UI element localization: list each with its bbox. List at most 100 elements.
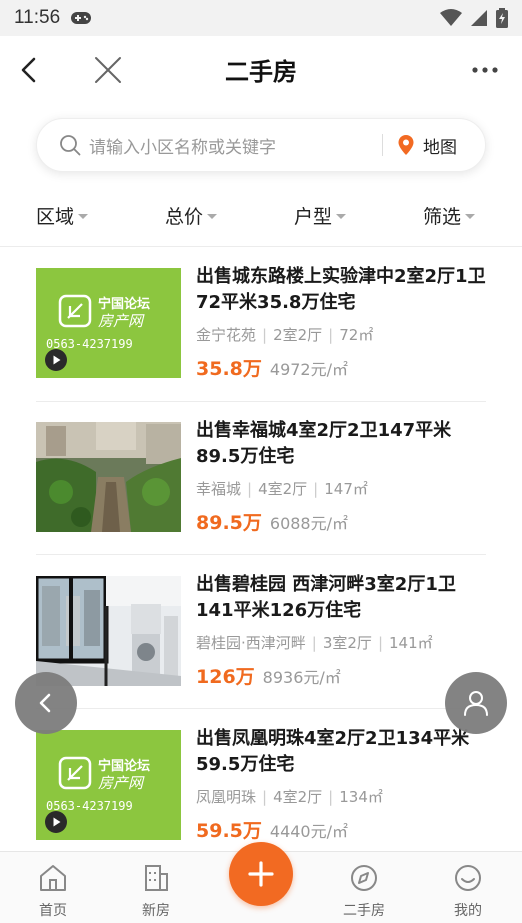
- listing-price-row: 59.5万 4440元/㎡: [196, 816, 348, 843]
- garden-photo: [36, 422, 181, 532]
- status-time: 11:56: [14, 7, 61, 28]
- tab-new-homes-label: 新房: [142, 903, 170, 919]
- user-icon: [464, 691, 488, 716]
- listing-community: 幸福城: [196, 480, 242, 498]
- listing-area: 141㎡: [389, 634, 433, 652]
- listing-unit-price: 4972元/㎡: [269, 360, 349, 379]
- listing-unit-price: 4440元/㎡: [269, 822, 349, 841]
- tab-home[interactable]: 首页: [23, 862, 83, 920]
- compass-icon: [351, 865, 377, 891]
- listing-thumbnail: 宁国论坛 房产网 0563-4237199: [36, 730, 181, 840]
- thumb-brand: 宁国论坛: [98, 758, 150, 774]
- gamepad-icon: [71, 12, 92, 24]
- listing-item[interactable]: 宁国论坛 房产网 0563-4237199 出售城东路楼上实验津中2室2厅1卫7…: [36, 266, 486, 381]
- listing-title: 出售凤凰明珠4室2厅2卫134平米59.5万住宅: [196, 728, 470, 775]
- listing-price: 35.8万: [196, 358, 262, 380]
- listing-community: 凤凰明珠: [196, 788, 257, 806]
- listing-price: 59.5万: [196, 820, 262, 842]
- divider: [36, 708, 486, 709]
- building-icon: [145, 865, 168, 891]
- signal-icon: [471, 10, 487, 26]
- filter-layout[interactable]: 户型: [294, 202, 347, 229]
- listing-price: 126万: [196, 666, 255, 688]
- nav-bar: 二手房: [0, 36, 522, 102]
- filter-layout-label: 户型: [294, 206, 333, 228]
- listing-price-row: 89.5万 6088元/㎡: [196, 508, 348, 535]
- listing-thumbnail: 宁国论坛 房产网 0563-4237199: [36, 268, 181, 378]
- tab-mine-label: 我的: [454, 903, 482, 919]
- tab-home-label: 首页: [39, 903, 67, 919]
- caret-down-icon: [465, 214, 476, 219]
- listing-price: 89.5万: [196, 512, 262, 534]
- divider: [0, 246, 522, 247]
- listing-unit-price: 6088元/㎡: [269, 514, 349, 533]
- caret-down-icon: [207, 214, 218, 219]
- filter-more[interactable]: 筛选: [423, 202, 476, 229]
- caret-down-icon: [78, 214, 89, 219]
- thumb-brand: 宁国论坛: [98, 296, 150, 312]
- tab-second-hand[interactable]: 二手房: [334, 862, 394, 920]
- filter-more-label: 筛选: [423, 206, 462, 228]
- chevron-left-icon: [39, 693, 51, 713]
- filter-price[interactable]: 总价: [165, 202, 218, 229]
- battery-icon: [496, 8, 508, 28]
- wifi-icon: [440, 9, 462, 26]
- listing-item[interactable]: 出售幸福城4室2厅2卫147平米89.5万住宅 幸福城 | 4室2厅 | 147㎡ 89…: [36, 420, 486, 535]
- thumb-sub: 房产网: [98, 312, 145, 330]
- more-options-icon[interactable]: [470, 58, 500, 82]
- tab-new-homes[interactable]: 新房: [126, 862, 186, 920]
- listing-thumbnail: [36, 576, 181, 686]
- filter-area[interactable]: 区域: [36, 202, 89, 229]
- plus-icon: [248, 861, 274, 887]
- search-divider: [382, 134, 383, 156]
- divider: [36, 401, 486, 402]
- caret-down-icon: [336, 214, 347, 219]
- listing-price-row: 35.8万 4972元/㎡: [196, 354, 348, 381]
- listing-layout: 2室2厅: [273, 326, 323, 344]
- floating-user-button[interactable]: [445, 672, 507, 734]
- listing-thumbnail: [36, 422, 181, 532]
- tab-second-hand-label: 二手房: [343, 903, 385, 919]
- listing-meta: 凤凰明珠 | 4室2厅 | 134㎡: [196, 788, 383, 806]
- listing-price-row: 126万 8936元/㎡: [196, 662, 341, 689]
- play-icon[interactable]: [44, 810, 68, 834]
- logo-thumbnail: 宁国论坛 房产网 0563-4237199: [36, 730, 181, 840]
- map-button[interactable]: 地图: [397, 133, 457, 158]
- filter-area-label: 区域: [36, 206, 75, 228]
- listing-layout: 3室2厅: [322, 634, 372, 652]
- search-input[interactable]: 请输入小区名称或关键字: [89, 133, 382, 158]
- page-title: 二手房: [225, 58, 297, 86]
- listing-area: 72㎡: [339, 326, 374, 344]
- floating-back-button[interactable]: [15, 672, 77, 734]
- listing-item[interactable]: 宁国论坛 房产网 0563-4237199 出售凤凰明珠4室2厅2卫134平米5…: [36, 728, 486, 843]
- tab-mine[interactable]: 我的: [438, 862, 498, 920]
- thumb-sub: 房产网: [98, 774, 145, 792]
- listing-area: 147㎡: [324, 480, 368, 498]
- listing-title: 出售幸福城4室2厅2卫147平米89.5万住宅: [196, 420, 452, 467]
- listing-title: 出售城东路楼上实验津中2室2厅1卫72平米35.8万住宅: [196, 266, 486, 313]
- map-label: 地图: [423, 137, 457, 158]
- listing-item[interactable]: 出售碧桂园 西津河畔3室2厅1卫141平米126万住宅 碧桂园·西津河畔 | 3室2…: [36, 574, 486, 689]
- play-icon[interactable]: [44, 348, 68, 372]
- listing-layout: 4室2厅: [258, 480, 308, 498]
- search-icon: [60, 135, 81, 156]
- listing-title: 出售碧桂园 西津河畔3室2厅1卫141平米126万住宅: [196, 574, 456, 621]
- divider: [36, 554, 486, 555]
- home-icon: [40, 865, 66, 891]
- listing-meta: 幸福城 | 4室2厅 | 147㎡: [196, 480, 368, 498]
- listing-layout: 4室2厅: [273, 788, 323, 806]
- listing-community: 金宁花苑: [196, 326, 257, 344]
- smile-icon: [455, 865, 481, 891]
- status-bar: 11:56: [0, 0, 522, 36]
- listing-meta: 金宁花苑 | 2室2厅 | 72㎡: [196, 326, 374, 344]
- listing-unit-price: 8936元/㎡: [262, 668, 341, 687]
- search-bar[interactable]: 请输入小区名称或关键字 地图: [36, 118, 486, 172]
- filter-price-label: 总价: [165, 206, 204, 228]
- map-pin-icon: [398, 135, 414, 155]
- listing-meta: 碧桂园·西津河畔 | 3室2厅 | 141㎡: [196, 634, 433, 652]
- filter-bar: 区域 总价 户型 筛选: [0, 196, 522, 236]
- balcony-photo: [36, 576, 181, 686]
- listing-community: 碧桂园·西津河畔: [196, 634, 306, 652]
- add-listing-button[interactable]: [229, 842, 293, 906]
- listing-area: 134㎡: [339, 788, 383, 806]
